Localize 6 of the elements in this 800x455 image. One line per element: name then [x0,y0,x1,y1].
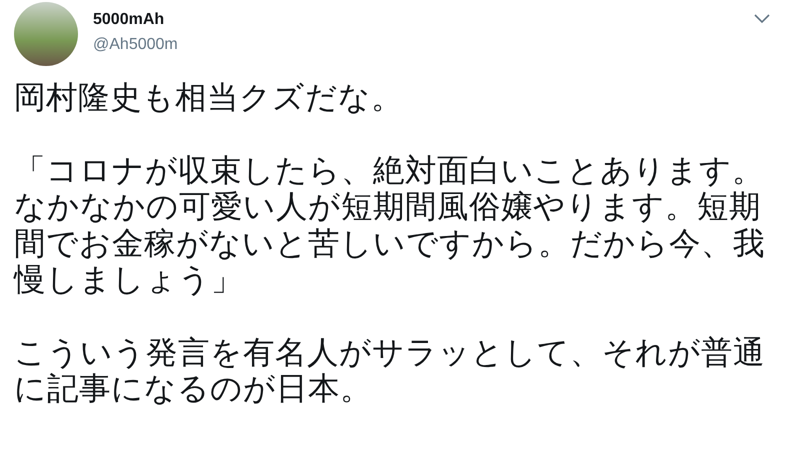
author-name: 5000mAh [93,11,166,29]
tweet-paragraph: こういう発言を有名人がサラッとして、それが普通に記事になるのが日本。 [14,334,766,408]
author-handle: @Ah5000m [93,36,178,54]
tweet-paragraph: 岡村隆史も相当クズだな。 [14,80,404,116]
tweet-paragraph: 「コロナが収束したら、絶対面白いことあります。なかなかの可愛い人が短期間風俗嬢やります。短期間でお金稼がないと苦しいですから。だから今、我慢しましょう」 [14,152,766,298]
chevron-down-icon[interactable] [754,14,770,24]
